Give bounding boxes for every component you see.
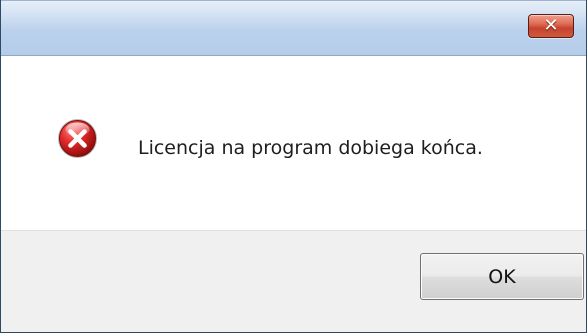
title-bar-highlight bbox=[1, 1, 586, 31]
button-bar: OK bbox=[1, 230, 586, 332]
close-button[interactable]: ✕ bbox=[528, 14, 574, 38]
error-icon bbox=[58, 119, 97, 158]
title-bar[interactable]: ✕ bbox=[1, 0, 586, 56]
message-dialog: ✕ Licencja na program dobiega końca. OK bbox=[0, 0, 587, 333]
dialog-content: Licencja na program dobiega końca. bbox=[1, 56, 586, 230]
message-text: Licencja na program dobiega końca. bbox=[138, 137, 483, 159]
ok-button[interactable]: OK bbox=[420, 253, 584, 300]
ok-button-label: OK bbox=[488, 266, 516, 288]
close-icon: ✕ bbox=[543, 15, 559, 36]
